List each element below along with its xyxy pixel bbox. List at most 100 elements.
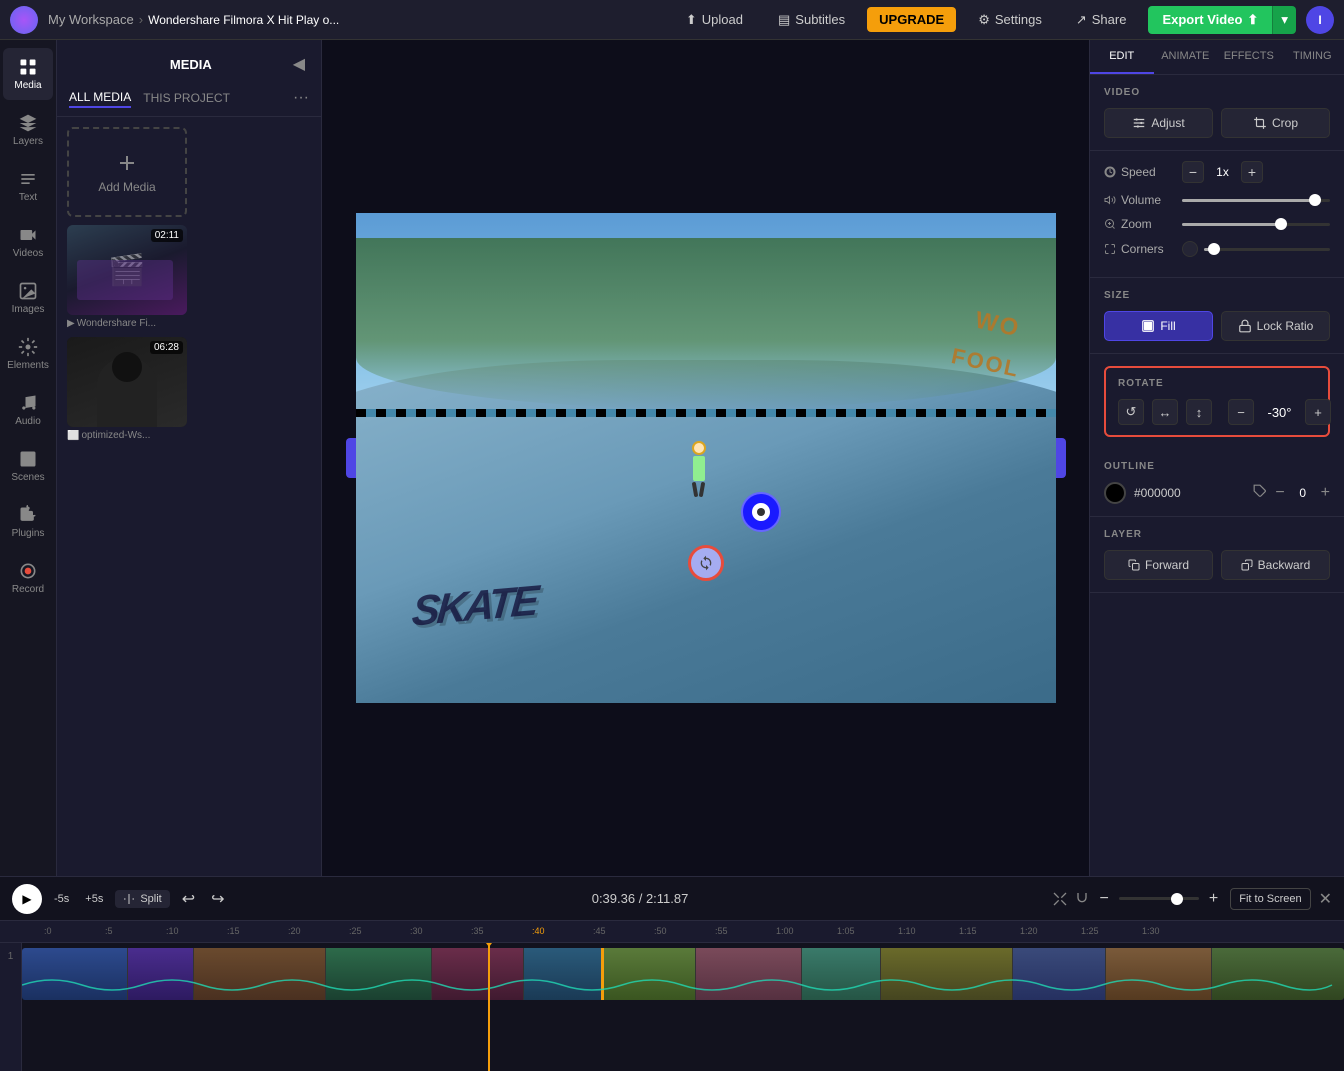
rotate-dec-button[interactable]: −	[1228, 399, 1254, 425]
speed-row: Speed − 1x +	[1104, 161, 1330, 183]
media-panel-collapse-button[interactable]: ◀	[289, 50, 309, 78]
adjust-button[interactable]: Adjust	[1104, 108, 1213, 138]
sidebar-item-media[interactable]: Media	[3, 48, 53, 100]
videos-icon	[18, 225, 38, 245]
volume-slider[interactable]	[1182, 199, 1330, 202]
speed-minus-button[interactable]: −	[1182, 161, 1204, 183]
upload-button[interactable]: ⬆ Upload	[673, 6, 756, 34]
volume-thumb[interactable]	[1309, 194, 1321, 206]
export-button[interactable]: Export Video ⬆	[1148, 6, 1272, 34]
rewind-button[interactable]: -5s	[50, 889, 73, 909]
sidebar-item-elements[interactable]: Elements	[3, 328, 53, 380]
play-button[interactable]: ▶	[12, 884, 42, 914]
export-icon: ⬆	[1247, 12, 1258, 28]
fit-to-screen-button[interactable]: Fit to Screen	[1230, 888, 1310, 910]
volume-label: Volume	[1104, 193, 1174, 207]
plugins-icon	[18, 505, 38, 525]
ruler-mark-8: :40	[532, 926, 545, 936]
sidebar-item-text[interactable]: Text	[3, 160, 53, 212]
tab-effects[interactable]: EFFECTS	[1217, 40, 1281, 74]
sidebar-item-layers[interactable]: Layers	[3, 104, 53, 156]
adjust-icon	[1132, 116, 1146, 130]
tab-edit[interactable]: EDIT	[1090, 40, 1154, 74]
tab-this-project[interactable]: THIS PROJECT	[143, 89, 230, 107]
zoom-out-button[interactable]: −	[1096, 886, 1113, 912]
sidebar-plugins-label: Plugins	[12, 528, 45, 539]
flip-v-button[interactable]: ↕	[1186, 399, 1212, 425]
layer-section-title: LAYER	[1104, 529, 1330, 540]
backward-icon	[1241, 559, 1253, 571]
upload-icon: ⬆	[686, 12, 697, 28]
sidebar-item-scenes[interactable]: Scenes	[3, 440, 53, 492]
export-dropdown-button[interactable]: ▾	[1272, 6, 1296, 34]
backward-button[interactable]: Backward	[1221, 550, 1330, 580]
outline-plus-button[interactable]: +	[1321, 484, 1330, 502]
zoom-slider[interactable]	[1119, 897, 1199, 900]
media-tab-more-button[interactable]: ···	[293, 89, 309, 107]
track-seg-3	[326, 948, 432, 1000]
settings-icon: ⚙	[978, 12, 990, 28]
undo-button[interactable]: ↩	[178, 885, 199, 913]
total-time: 2:11.87	[646, 891, 688, 906]
subtitles-button[interactable]: ▤ Subtitles	[766, 7, 857, 33]
flip-h-button[interactable]: ↔	[1152, 399, 1178, 425]
sidebar-item-plugins[interactable]: Plugins	[3, 496, 53, 548]
rotate-section-title: ROTATE	[1118, 378, 1316, 389]
lock-ratio-button[interactable]: Lock Ratio	[1221, 311, 1330, 341]
zoom-thumb[interactable]	[1275, 218, 1287, 230]
fill-button[interactable]: Fill	[1104, 311, 1213, 341]
redo-button[interactable]: ↪	[207, 885, 228, 913]
sidebar-item-record[interactable]: Record	[3, 552, 53, 604]
zoom-in-button[interactable]: +	[1205, 886, 1222, 912]
adjust-label: Adjust	[1151, 116, 1184, 130]
share-label: Share	[1092, 12, 1127, 27]
tab-all-media[interactable]: ALL MEDIA	[69, 88, 131, 108]
speed-plus-button[interactable]: +	[1241, 161, 1263, 183]
volume-icon	[1104, 194, 1116, 206]
export-label: Export Video	[1162, 12, 1242, 27]
tab-animate[interactable]: ANIMATE	[1154, 40, 1218, 74]
lock-icon	[1238, 319, 1252, 333]
zoom-slider[interactable]	[1182, 223, 1330, 226]
timeline-track-area: 1	[0, 943, 1344, 1071]
track-bar[interactable]	[22, 948, 1344, 1000]
rotate-controls: ↺ ↔ ↕ − -30° +	[1118, 399, 1316, 425]
zoom-slider-thumb[interactable]	[1171, 893, 1183, 905]
subtitles-label: Subtitles	[795, 12, 845, 27]
settings-button[interactable]: ⚙ Settings	[966, 7, 1054, 33]
speed-value: 1x	[1210, 165, 1235, 179]
outline-minus-button[interactable]: −	[1275, 484, 1284, 502]
upgrade-button[interactable]: UPGRADE	[867, 7, 956, 32]
corners-thumb[interactable]	[1208, 243, 1220, 255]
rotation-handle[interactable]	[688, 545, 724, 581]
workspace-link[interactable]: My Workspace	[48, 12, 134, 27]
rotate-inc-button[interactable]: +	[1305, 399, 1331, 425]
avatar[interactable]: I	[1306, 6, 1334, 34]
add-media-button[interactable]: Add Media	[67, 127, 187, 217]
add-media-label: Add Media	[98, 180, 155, 194]
outline-color-swatch[interactable]	[1104, 482, 1126, 504]
split-button[interactable]: Split	[115, 890, 169, 908]
media-thumb-1[interactable]: 06:28	[67, 337, 187, 427]
rotate-section: ROTATE ↺ ↔ ↕ − -30° +	[1104, 366, 1330, 437]
corners-slider[interactable]	[1204, 248, 1330, 251]
timeline-close-button[interactable]: ✕	[1319, 889, 1332, 909]
video-area: SKATE WO FOOL	[322, 40, 1089, 876]
zoom-controls	[1182, 223, 1330, 226]
share-button[interactable]: ↗ Share	[1064, 7, 1139, 33]
sidebar-item-videos[interactable]: Videos	[3, 216, 53, 268]
rotation-icon	[698, 555, 714, 571]
media-thumb-0[interactable]: 🎬 02:11	[67, 225, 187, 315]
crop-button[interactable]: Crop	[1221, 108, 1330, 138]
tab-timing[interactable]: TIMING	[1281, 40, 1344, 74]
ruler-mark-18: 1:30	[1142, 926, 1160, 936]
forward-button[interactable]: Forward	[1104, 550, 1213, 580]
sidebar-item-audio[interactable]: Audio	[3, 384, 53, 436]
forward-skip-button[interactable]: +5s	[81, 889, 107, 909]
ruler-mark-12: 1:00	[776, 926, 794, 936]
eyedropper-button[interactable]	[1253, 484, 1267, 503]
corners-row: Corners	[1104, 241, 1330, 257]
video-section-title: VIDEO	[1104, 87, 1330, 98]
rotate-ccw-button[interactable]: ↺	[1118, 399, 1144, 425]
sidebar-item-images[interactable]: Images	[3, 272, 53, 324]
